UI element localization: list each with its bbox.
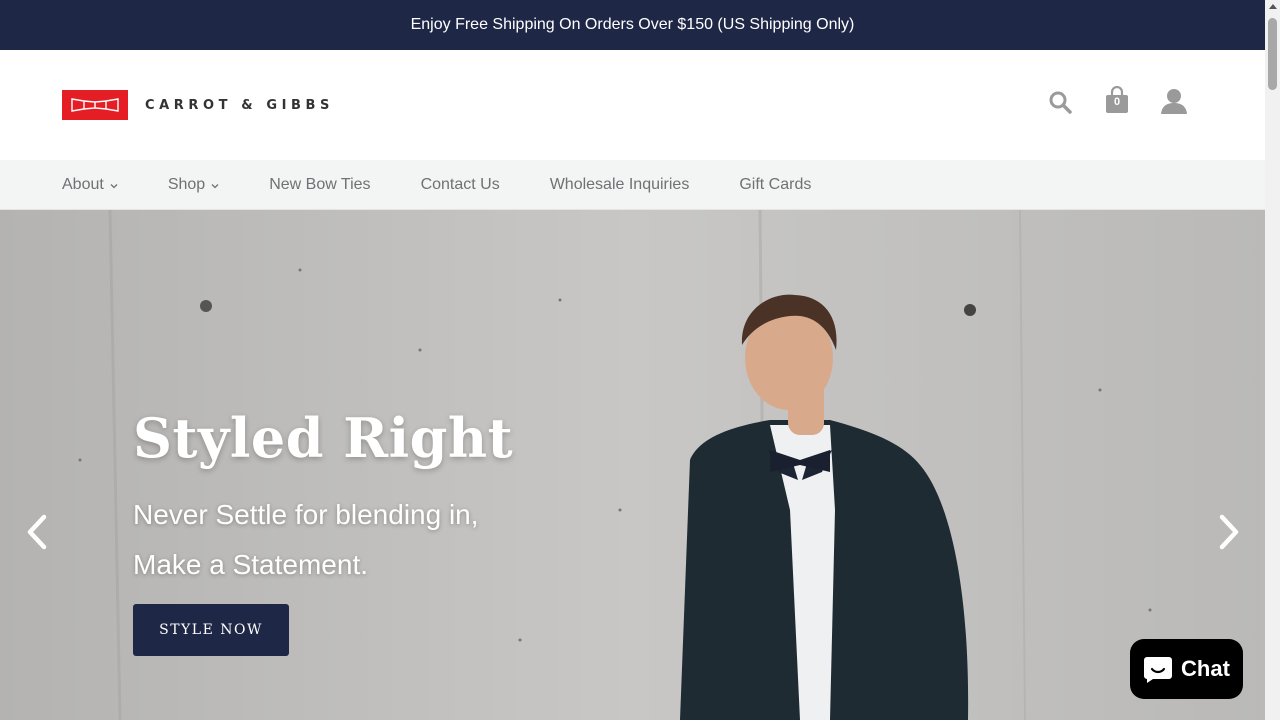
nav-item-label: Wholesale Inquiries <box>549 175 690 193</box>
nav-item-contact-us[interactable]: Contact Us <box>421 176 500 194</box>
page: Enjoy Free Shipping On Orders Over $150 … <box>0 0 1265 720</box>
search-icon[interactable] <box>1048 90 1072 114</box>
announcement-bar: Enjoy Free Shipping On Orders Over $150 … <box>0 0 1265 50</box>
hero-subtitle: Never Settle for blending in, Make a Sta… <box>133 490 513 590</box>
nav-item-label: New Bow Ties <box>269 175 371 193</box>
brand-logo[interactable]: CARROT & GIBBS <box>62 90 334 120</box>
cart-count-badge: 0 <box>1113 96 1121 108</box>
slide-next-arrow-icon[interactable] <box>1214 513 1244 551</box>
chat-bubble-icon <box>1144 657 1173 683</box>
nav-item-label: Gift Cards <box>739 175 812 193</box>
nav-item-gift-cards[interactable]: Gift Cards <box>739 176 811 194</box>
announcement-text: Enjoy Free Shipping On Orders Over $150 … <box>410 16 855 33</box>
page-scrollbar[interactable] <box>1265 0 1280 720</box>
hero-title: Styled Right <box>133 406 514 470</box>
chat-label: Chat <box>1181 656 1230 681</box>
cart-button[interactable]: 0 <box>1104 85 1130 114</box>
scroll-up-arrow-icon[interactable] <box>1269 4 1277 9</box>
style-now-button[interactable]: STYLE NOW <box>133 604 289 656</box>
nav-item-new-bow-ties[interactable]: New Bow Ties <box>269 176 370 194</box>
hero-subtitle-line-2: Make a Statement. <box>133 549 369 580</box>
nav-item-wholesale-inquiries[interactable]: Wholesale Inquiries <box>550 176 690 194</box>
hero-subtitle-line-1: Never Settle for blending in, <box>133 499 479 530</box>
chevron-down-icon <box>211 183 219 188</box>
hero-text-block: Styled Right Never Settle for blending i… <box>133 406 513 590</box>
nav-item-about[interactable]: About <box>62 176 118 194</box>
chat-button[interactable]: Chat <box>1130 639 1243 699</box>
brand-name: CARROT & GIBBS <box>145 97 335 113</box>
nav-item-label: Shop <box>167 175 206 193</box>
main-nav: About Shop New Bow Ties Contact Us Wholesale… <box>0 160 1265 210</box>
scroll-thumb[interactable] <box>1268 18 1277 90</box>
chevron-down-icon <box>110 183 118 188</box>
site-header: CARROT & GIBBS <box>0 50 1265 160</box>
hero-slideshow: Styled Right Never Settle for blending i… <box>0 210 1265 720</box>
nav-item-label: Contact Us <box>420 175 500 193</box>
nav-item-shop[interactable]: Shop <box>168 176 219 194</box>
bow-tie-logo-icon <box>62 90 128 120</box>
slide-prev-arrow-icon[interactable] <box>22 513 52 551</box>
nav-item-label: About <box>62 175 104 193</box>
account-icon[interactable] <box>1160 88 1188 114</box>
